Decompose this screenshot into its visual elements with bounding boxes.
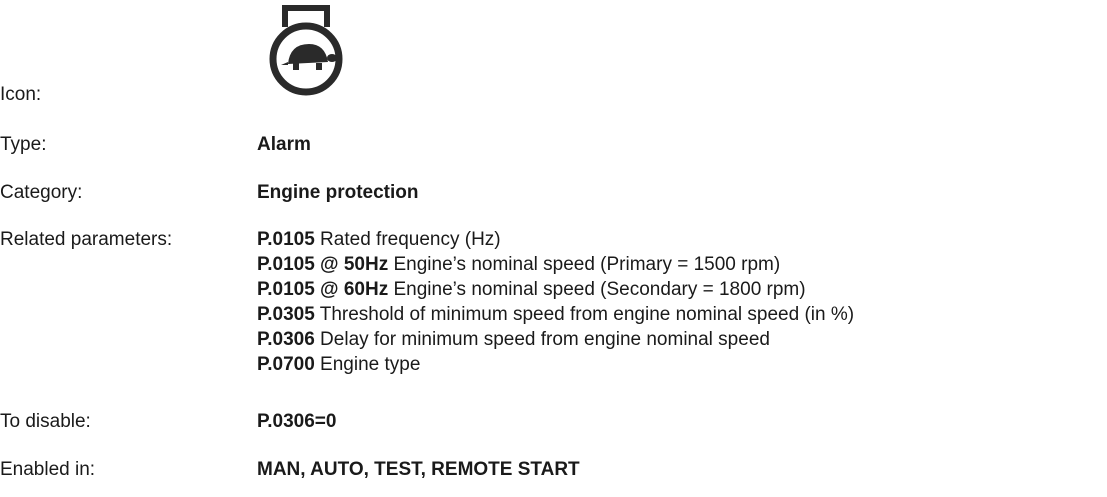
engine-low-speed-turtle-icon (256, 0, 356, 100)
related-parameter-item: P.0105 @ 50Hz Engine’s nominal speed (Pr… (257, 254, 780, 276)
parameter-code: P.0105 @ 50Hz (257, 254, 389, 275)
related-parameter-item: P.0305 Threshold of minimum speed from e… (257, 304, 854, 326)
parameter-code: P.0105 @ 60Hz (257, 279, 389, 300)
related-parameters-label: Related parameters: (0, 229, 173, 250)
related-parameter-item: P.0105 @ 60Hz Engine’s nominal speed (Se… (257, 279, 806, 301)
related-parameter-item: P.0105 Rated frequency (Hz) (257, 229, 501, 251)
to-disable-label: To disable: (0, 411, 91, 432)
parameter-description: Threshold of minimum speed from engine n… (314, 304, 855, 325)
parameter-description: Delay for minimum speed from engine nomi… (314, 329, 770, 350)
icon-label: Icon: (0, 84, 42, 105)
parameter-code: P.0305 (257, 304, 315, 325)
type-label: Type: (0, 134, 47, 155)
related-parameter-item: P.0700 Engine type (257, 354, 420, 376)
parameter-description: Rated frequency (Hz) (314, 229, 501, 250)
category-label: Category: (0, 182, 83, 203)
related-parameter-item: P.0306 Delay for minimum speed from engi… (257, 329, 770, 351)
parameter-description: Engine’s nominal speed (Secondary = 1800… (388, 279, 806, 300)
category-value: Engine protection (257, 182, 419, 203)
enabled-in-value: MAN, AUTO, TEST, REMOTE START (257, 459, 580, 480)
parameter-code: P.0700 (257, 354, 315, 375)
parameter-code: P.0105 (257, 229, 315, 250)
type-value: Alarm (257, 134, 311, 155)
to-disable-value: P.0306=0 (257, 411, 337, 432)
enabled-in-label: Enabled in: (0, 459, 96, 480)
parameter-description: Engine’s nominal speed (Primary = 1500 r… (388, 254, 781, 275)
parameter-description: Engine type (314, 354, 421, 375)
parameter-code: P.0306 (257, 329, 315, 350)
